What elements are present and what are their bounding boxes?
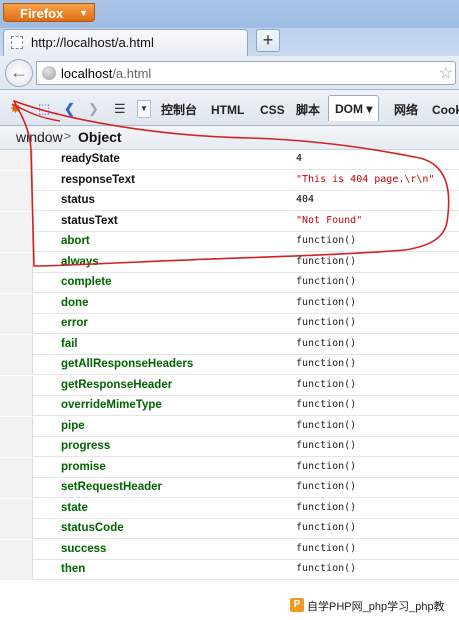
watermark: P 自学PHP网_php学习_php教 [287, 596, 459, 616]
watermark-logo: P [290, 598, 304, 612]
annotation-circle [11, 100, 450, 267]
watermark-text: 自学PHP网_php学习_php教 [307, 601, 445, 613]
